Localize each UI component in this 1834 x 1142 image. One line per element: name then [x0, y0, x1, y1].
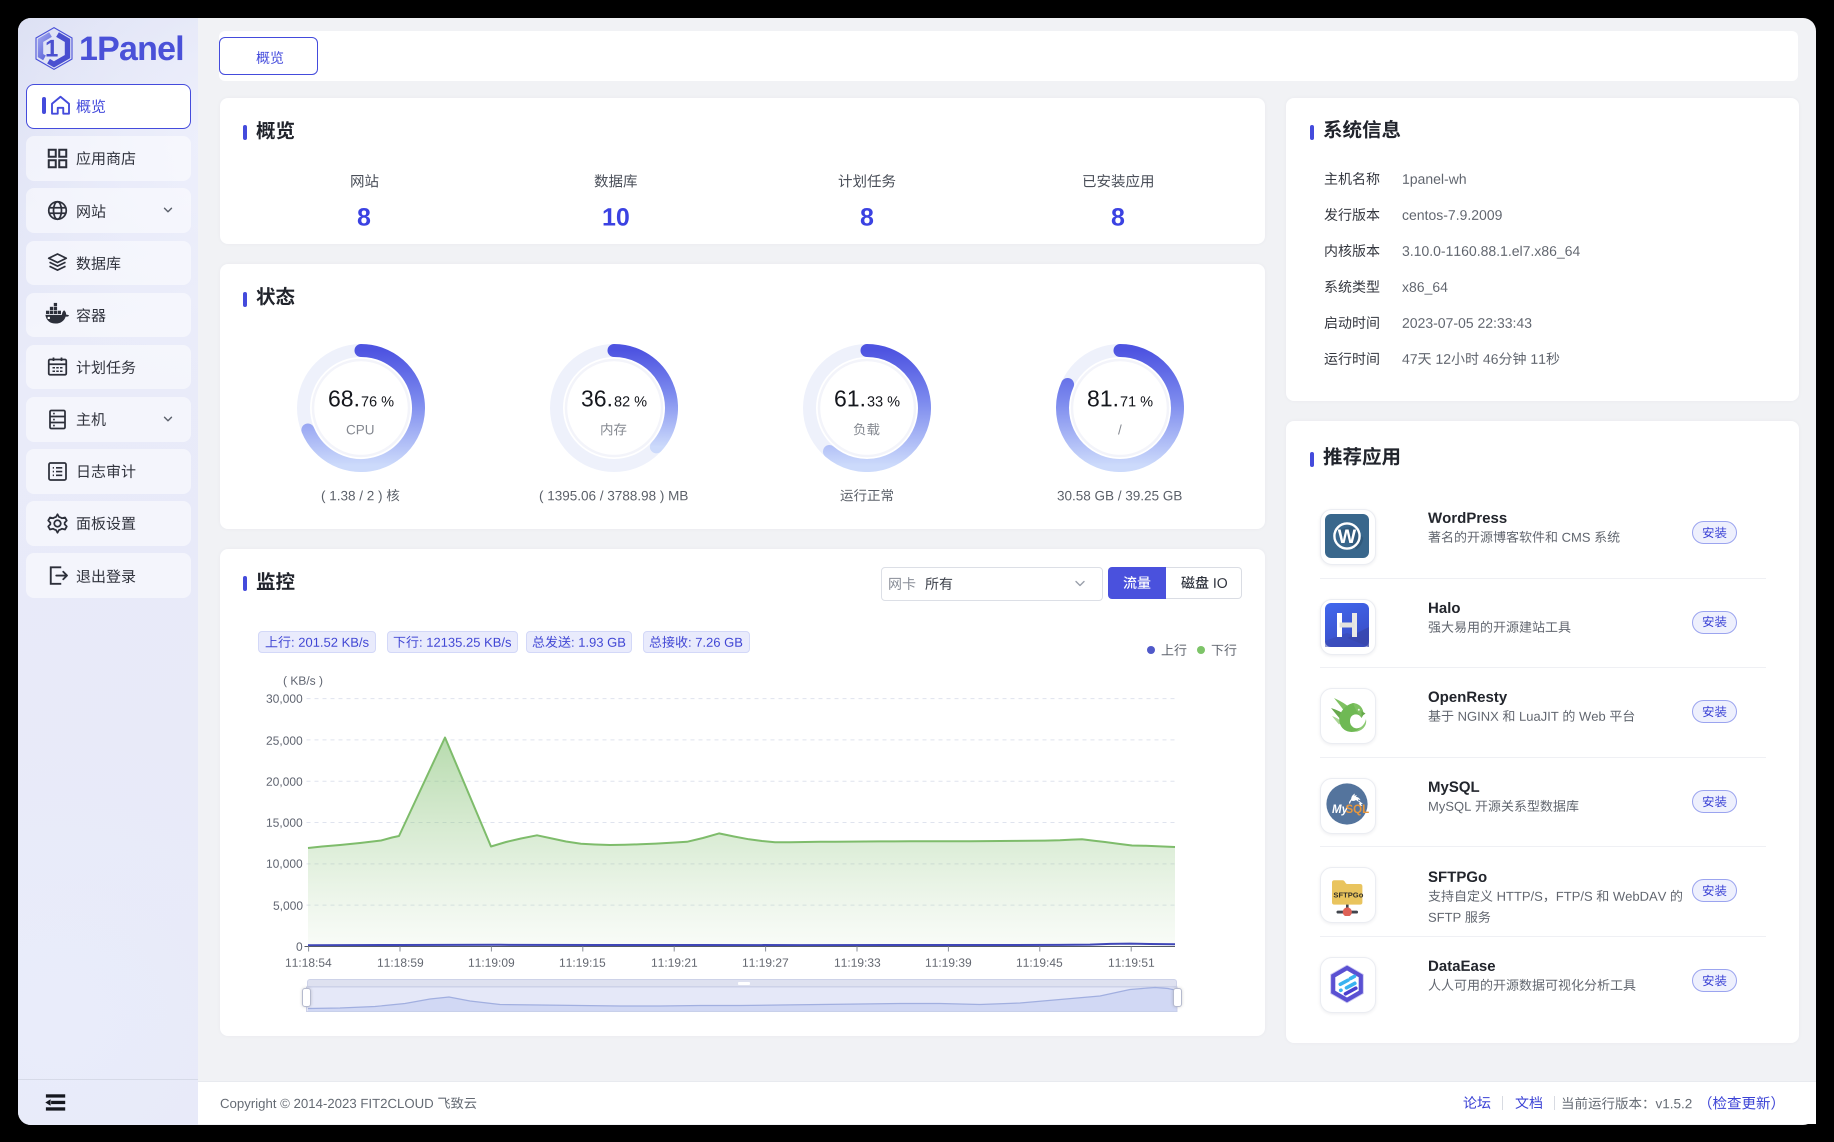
svg-text:SQL: SQL	[1346, 804, 1370, 816]
svg-text:W: W	[1338, 526, 1357, 548]
svg-text:SFTPGo: SFTPGo	[1333, 891, 1363, 900]
